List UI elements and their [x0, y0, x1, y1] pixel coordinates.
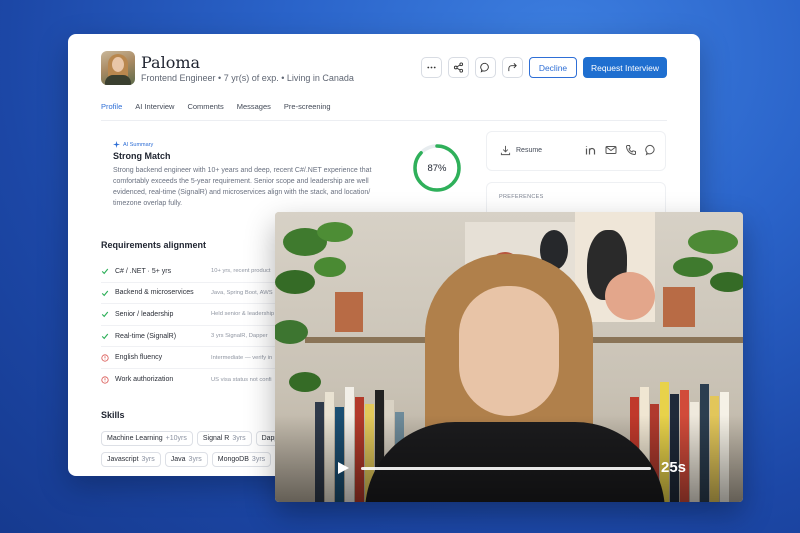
requirement-row: Senior / leadership Held senior & leader…: [101, 304, 281, 326]
tab-divider: [101, 120, 667, 121]
phone-icon[interactable]: [625, 144, 637, 156]
skills-title: Skills: [101, 410, 125, 420]
comment-button[interactable]: [475, 57, 496, 78]
summary-text: Strong backend engineer with 10+ years a…: [113, 167, 372, 207]
requirement-row: Backend & microservices Java, Spring Boo…: [101, 283, 281, 305]
share-button[interactable]: [448, 57, 469, 78]
linkedin-icon[interactable]: [585, 144, 597, 156]
share-icon: [453, 62, 464, 73]
candidate-name: Paloma: [141, 53, 201, 72]
ai-summary-tag-label: AI Summary: [123, 141, 154, 148]
play-icon[interactable]: [336, 461, 350, 475]
requirements-title: Requirements alignment: [101, 240, 207, 250]
requirement-label: C# / .NET · 5+ yrs: [115, 267, 172, 275]
interview-video-player[interactable]: 25s: [275, 212, 743, 502]
more-button[interactable]: [421, 57, 442, 78]
skill-chip: MongoDB 3yrs: [211, 452, 272, 467]
tab-pre-screening[interactable]: Pre-screening: [284, 102, 331, 111]
requirement-value: Java, Spring Boot, AWS: [211, 289, 273, 296]
match-heading: Strong Match: [113, 151, 171, 161]
skill-chip: Java 3yrs: [164, 452, 208, 467]
requirement-row: English fluency Intermediate — verify in: [101, 347, 281, 369]
tab-messages[interactable]: Messages: [237, 102, 271, 111]
requirement-label: Backend & microservices: [115, 289, 194, 297]
requirement-value: Held senior & leadership: [211, 311, 275, 318]
skill-chip: Machine Learning +10yrs: [101, 431, 193, 446]
check-icon: [101, 268, 109, 275]
tab-profile[interactable]: Profile: [101, 102, 122, 111]
requirement-value: 10+ yrs, recent product: [211, 268, 271, 275]
requirement-label: Senior / leadership: [115, 310, 174, 318]
resume-link[interactable]: Resume: [500, 145, 542, 156]
ai-summary-panel: AI Summary Strong Match Strong backend e…: [101, 132, 466, 218]
chat-icon[interactable]: [645, 144, 657, 156]
mail-icon[interactable]: [605, 144, 617, 156]
check-icon: [101, 312, 109, 318]
header-actions: Decline Request Interview: [421, 57, 667, 78]
ai-summary-tag: AI Summary: [113, 141, 153, 148]
skills-chips: Machine Learning +10yrs Signal R 3yrs Dapp…: [101, 431, 295, 473]
requirement-label: English fluency: [115, 354, 163, 362]
warning-circle-icon: [101, 376, 109, 384]
requirement-value: 3 yrs SignalR, Dapper: [211, 333, 268, 340]
warning-circle-icon: [101, 354, 109, 362]
requirement-row: C# / .NET · 5+ yrs 10+ yrs, recent produ…: [101, 261, 281, 283]
check-icon: [101, 290, 109, 297]
requirements-list: C# / .NET · 5+ yrs 10+ yrs, recent produ…: [101, 261, 281, 391]
sparkle-icon: [113, 141, 120, 148]
check-icon: [101, 333, 109, 340]
video-progress-bar[interactable]: [361, 467, 651, 470]
forward-button[interactable]: [502, 57, 523, 78]
resume-label: Resume: [516, 147, 543, 154]
more-horizontal-icon: [427, 66, 436, 69]
profile-tabs: Profile AI Interview Comments Messages P…: [101, 102, 331, 111]
avatar: [101, 51, 135, 85]
match-score-label: 87%: [427, 162, 447, 174]
requirement-label: Real-time (SignalR): [115, 332, 177, 340]
requirement-value: Intermediate — verify in: [211, 354, 273, 361]
resume-panel: Resume: [486, 131, 666, 171]
skill-chip: Javascript 3yrs: [101, 452, 161, 467]
request-interview-button[interactable]: Request Interview: [583, 57, 667, 78]
contact-icons: [585, 144, 657, 156]
requirement-value: US visa status not confi: [211, 376, 272, 383]
requirement-row: Work authorization US visa status not co…: [101, 369, 281, 391]
decline-button[interactable]: Decline: [529, 57, 577, 78]
candidate-subtitle: Frontend Engineer • 7 yr(s) of exp. • Li…: [141, 73, 354, 83]
tab-ai-interview[interactable]: AI Interview: [135, 102, 174, 111]
tab-comments[interactable]: Comments: [187, 102, 223, 111]
download-icon: [500, 145, 511, 156]
requirement-label: Work authorization: [115, 376, 174, 384]
requirement-row: Real-time (SignalR) 3 yrs SignalR, Dappe…: [101, 326, 281, 348]
preferences-label: PREFERENCES: [499, 194, 544, 200]
message-icon: [480, 62, 489, 73]
skill-chip: Signal R 3yrs: [196, 431, 252, 446]
video-time: 25s: [661, 459, 687, 476]
forward-icon: [508, 63, 517, 72]
